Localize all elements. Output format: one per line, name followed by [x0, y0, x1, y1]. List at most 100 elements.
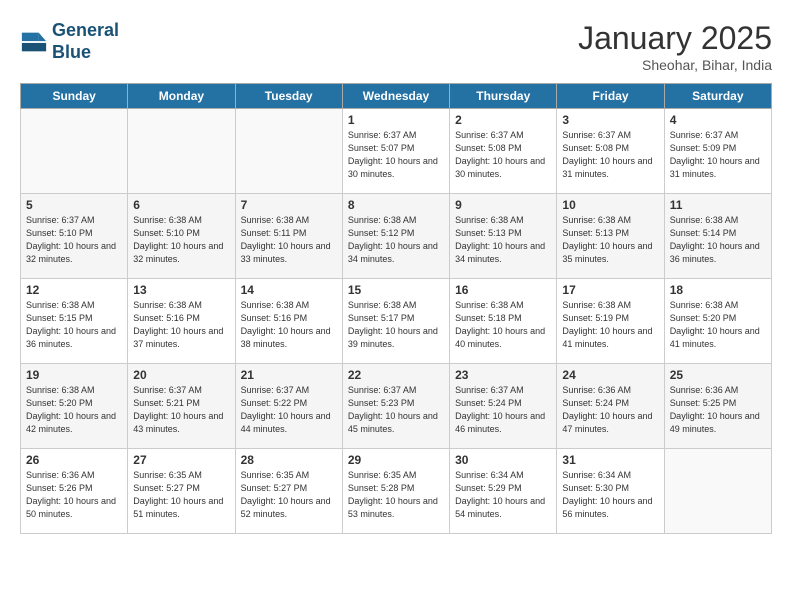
day-number: 4: [670, 113, 766, 127]
day-info: Sunrise: 6:37 AMSunset: 5:08 PMDaylight:…: [562, 129, 658, 181]
day-info: Sunrise: 6:37 AMSunset: 5:21 PMDaylight:…: [133, 384, 229, 436]
calendar-cell: 2 Sunrise: 6:37 AMSunset: 5:08 PMDaylight…: [450, 109, 557, 194]
day-number: 12: [26, 283, 122, 297]
day-number: 10: [562, 198, 658, 212]
day-info: Sunrise: 6:38 AMSunset: 5:13 PMDaylight:…: [562, 214, 658, 266]
day-number: 5: [26, 198, 122, 212]
day-info: Sunrise: 6:36 AMSunset: 5:24 PMDaylight:…: [562, 384, 658, 436]
calendar-cell: 7 Sunrise: 6:38 AMSunset: 5:11 PMDaylight…: [235, 194, 342, 279]
calendar-week-row: 5 Sunrise: 6:37 AMSunset: 5:10 PMDaylight…: [21, 194, 772, 279]
day-info: Sunrise: 6:37 AMSunset: 5:22 PMDaylight:…: [241, 384, 337, 436]
calendar-cell: 11 Sunrise: 6:38 AMSunset: 5:14 PMDayligh…: [664, 194, 771, 279]
day-info: Sunrise: 6:38 AMSunset: 5:12 PMDaylight:…: [348, 214, 444, 266]
calendar-table: SundayMondayTuesdayWednesdayThursdayFrid…: [20, 83, 772, 534]
day-info: Sunrise: 6:34 AMSunset: 5:29 PMDaylight:…: [455, 469, 551, 521]
calendar-cell: 27 Sunrise: 6:35 AMSunset: 5:27 PMDayligh…: [128, 449, 235, 534]
day-info: Sunrise: 6:35 AMSunset: 5:27 PMDaylight:…: [241, 469, 337, 521]
day-number: 23: [455, 368, 551, 382]
calendar-cell: 1Sunrise: 6:37 AMSunset: 5:07 PMDaylight…: [342, 109, 449, 194]
day-info: Sunrise: 6:37 AMSunset: 5:09 PMDaylight:…: [670, 129, 766, 181]
day-info: Sunrise: 6:36 AMSunset: 5:26 PMDaylight:…: [26, 469, 122, 521]
calendar-cell: [128, 109, 235, 194]
day-number: 11: [670, 198, 766, 212]
day-number: 13: [133, 283, 229, 297]
calendar-cell: 20 Sunrise: 6:37 AMSunset: 5:21 PMDayligh…: [128, 364, 235, 449]
calendar-cell: 28Sunrise: 6:35 AMSunset: 5:27 PMDayligh…: [235, 449, 342, 534]
day-number: 18: [670, 283, 766, 297]
day-header-friday: Friday: [557, 84, 664, 109]
day-info: Sunrise: 6:38 AMSunset: 5:20 PMDaylight:…: [26, 384, 122, 436]
day-info: Sunrise: 6:38 AMSunset: 5:17 PMDaylight:…: [348, 299, 444, 351]
day-info: Sunrise: 6:36 AMSunset: 5:25 PMDaylight:…: [670, 384, 766, 436]
calendar-cell: 19 Sunrise: 6:38 AMSunset: 5:20 PMDayligh…: [21, 364, 128, 449]
calendar-cell: 4 Sunrise: 6:37 AMSunset: 5:09 PMDaylight…: [664, 109, 771, 194]
day-number: 17: [562, 283, 658, 297]
calendar-cell: 12Sunrise: 6:38 AMSunset: 5:15 PMDayligh…: [21, 279, 128, 364]
day-info: Sunrise: 6:37 AMSunset: 5:10 PMDaylight:…: [26, 214, 122, 266]
logo-icon: [20, 28, 48, 56]
calendar-cell: 24 Sunrise: 6:36 AMSunset: 5:24 PMDayligh…: [557, 364, 664, 449]
calendar-cell: 31Sunrise: 6:34 AMSunset: 5:30 PMDayligh…: [557, 449, 664, 534]
title-block: January 2025 Sheohar, Bihar, India: [578, 20, 772, 73]
day-info: Sunrise: 6:37 AMSunset: 5:23 PMDaylight:…: [348, 384, 444, 436]
day-info: Sunrise: 6:38 AMSunset: 5:11 PMDaylight:…: [241, 214, 337, 266]
day-info: Sunrise: 6:38 AMSunset: 5:10 PMDaylight:…: [133, 214, 229, 266]
calendar-cell: 23Sunrise: 6:37 AMSunset: 5:24 PMDayligh…: [450, 364, 557, 449]
location-subtitle: Sheohar, Bihar, India: [578, 57, 772, 73]
calendar-week-row: 26 Sunrise: 6:36 AMSunset: 5:26 PMDayligh…: [21, 449, 772, 534]
day-number: 27: [133, 453, 229, 467]
day-number: 16: [455, 283, 551, 297]
logo-line1: General: [52, 20, 119, 40]
calendar-cell: 9 Sunrise: 6:38 AMSunset: 5:13 PMDaylight…: [450, 194, 557, 279]
day-number: 30: [455, 453, 551, 467]
calendar-cell: 10 Sunrise: 6:38 AMSunset: 5:13 PMDayligh…: [557, 194, 664, 279]
day-number: 25: [670, 368, 766, 382]
calendar-cell: 14Sunrise: 6:38 AMSunset: 5:16 PMDayligh…: [235, 279, 342, 364]
day-number: 7: [241, 198, 337, 212]
day-number: 22: [348, 368, 444, 382]
day-number: 15: [348, 283, 444, 297]
month-title: January 2025: [578, 20, 772, 57]
day-number: 9: [455, 198, 551, 212]
day-number: 24: [562, 368, 658, 382]
calendar-cell: [235, 109, 342, 194]
calendar-cell: [664, 449, 771, 534]
day-number: 2: [455, 113, 551, 127]
day-number: 19: [26, 368, 122, 382]
calendar-header-row: SundayMondayTuesdayWednesdayThursdayFrid…: [21, 84, 772, 109]
day-info: Sunrise: 6:34 AMSunset: 5:30 PMDaylight:…: [562, 469, 658, 521]
calendar-week-row: 12Sunrise: 6:38 AMSunset: 5:15 PMDayligh…: [21, 279, 772, 364]
day-header-sunday: Sunday: [21, 84, 128, 109]
calendar-cell: [21, 109, 128, 194]
calendar-week-row: 19 Sunrise: 6:38 AMSunset: 5:20 PMDayligh…: [21, 364, 772, 449]
day-header-thursday: Thursday: [450, 84, 557, 109]
day-info: Sunrise: 6:35 AMSunset: 5:28 PMDaylight:…: [348, 469, 444, 521]
calendar-cell: 3Sunrise: 6:37 AMSunset: 5:08 PMDaylight…: [557, 109, 664, 194]
calendar-cell: 25 Sunrise: 6:36 AMSunset: 5:25 PMDayligh…: [664, 364, 771, 449]
calendar-cell: 18 Sunrise: 6:38 AMSunset: 5:20 PMDayligh…: [664, 279, 771, 364]
day-info: Sunrise: 6:35 AMSunset: 5:27 PMDaylight:…: [133, 469, 229, 521]
day-header-wednesday: Wednesday: [342, 84, 449, 109]
day-info: Sunrise: 6:38 AMSunset: 5:20 PMDaylight:…: [670, 299, 766, 351]
day-header-tuesday: Tuesday: [235, 84, 342, 109]
logo-line2: Blue: [52, 42, 91, 62]
day-number: 26: [26, 453, 122, 467]
logo: General Blue: [20, 20, 119, 63]
calendar-cell: 13Sunrise: 6:38 AMSunset: 5:16 PMDayligh…: [128, 279, 235, 364]
calendar-cell: 21Sunrise: 6:37 AMSunset: 5:22 PMDayligh…: [235, 364, 342, 449]
calendar-cell: 26 Sunrise: 6:36 AMSunset: 5:26 PMDayligh…: [21, 449, 128, 534]
calendar-cell: 29 Sunrise: 6:35 AMSunset: 5:28 PMDayligh…: [342, 449, 449, 534]
day-info: Sunrise: 6:38 AMSunset: 5:14 PMDaylight:…: [670, 214, 766, 266]
calendar-cell: 5 Sunrise: 6:37 AMSunset: 5:10 PMDaylight…: [21, 194, 128, 279]
calendar-cell: 8 Sunrise: 6:38 AMSunset: 5:12 PMDaylight…: [342, 194, 449, 279]
day-info: Sunrise: 6:37 AMSunset: 5:08 PMDaylight:…: [455, 129, 551, 181]
day-number: 29: [348, 453, 444, 467]
day-info: Sunrise: 6:38 AMSunset: 5:19 PMDaylight:…: [562, 299, 658, 351]
day-number: 20: [133, 368, 229, 382]
page-header: General Blue January 2025 Sheohar, Bihar…: [20, 20, 772, 73]
calendar-cell: 30 Sunrise: 6:34 AMSunset: 5:29 PMDayligh…: [450, 449, 557, 534]
calendar-cell: 16Sunrise: 6:38 AMSunset: 5:18 PMDayligh…: [450, 279, 557, 364]
day-number: 6: [133, 198, 229, 212]
day-info: Sunrise: 6:38 AMSunset: 5:13 PMDaylight:…: [455, 214, 551, 266]
day-number: 8: [348, 198, 444, 212]
